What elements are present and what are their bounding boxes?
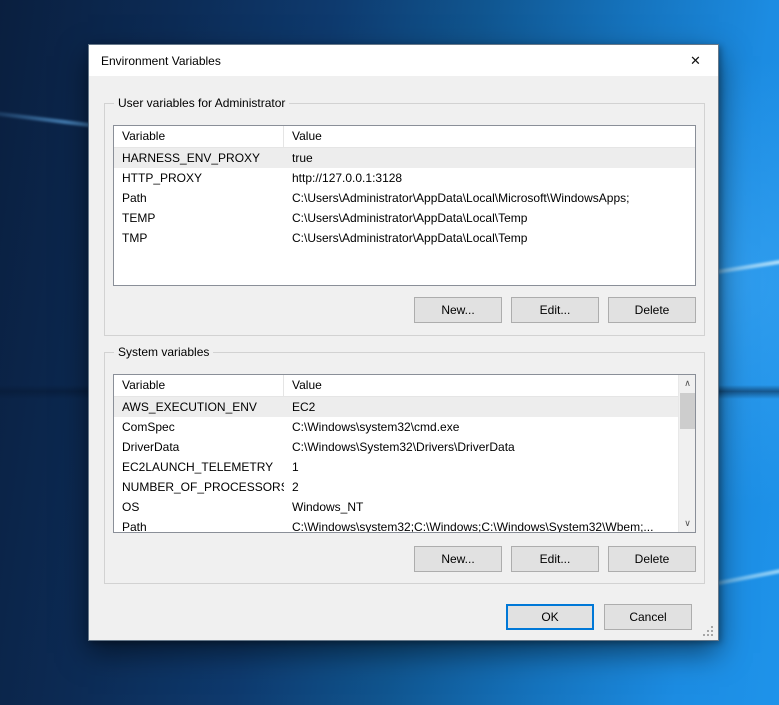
user-new-button[interactable]: New... bbox=[414, 297, 502, 323]
cell-value: C:\Windows\system32\cmd.exe bbox=[284, 417, 678, 437]
dialog-title: Environment Variables bbox=[89, 54, 221, 68]
cell-variable: TEMP bbox=[114, 208, 284, 228]
column-header-value[interactable]: Value bbox=[284, 126, 695, 147]
vertical-scrollbar[interactable]: ∧ ∨ bbox=[678, 375, 695, 532]
cell-value: C:\Windows\System32\Drivers\DriverData bbox=[284, 437, 678, 457]
column-header-variable[interactable]: Variable bbox=[114, 375, 284, 396]
scrollbar-thumb[interactable] bbox=[680, 393, 695, 429]
table-row[interactable]: DriverData C:\Windows\System32\Drivers\D… bbox=[114, 437, 678, 457]
cell-variable: HARNESS_ENV_PROXY bbox=[114, 148, 284, 168]
user-variables-list: Variable Value HARNESS_ENV_PROXY true HT… bbox=[113, 125, 696, 286]
system-edit-button[interactable]: Edit... bbox=[511, 546, 599, 572]
user-variables-group-label: User variables for Administrator bbox=[114, 96, 289, 110]
table-row[interactable]: Path C:\Windows\system32;C:\Windows;C:\W… bbox=[114, 517, 678, 533]
titlebar[interactable]: Environment Variables ✕ bbox=[89, 45, 718, 76]
cancel-button[interactable]: Cancel bbox=[604, 604, 692, 630]
list-header: Variable Value bbox=[114, 126, 695, 148]
cell-variable: HTTP_PROXY bbox=[114, 168, 284, 188]
user-delete-button[interactable]: Delete bbox=[608, 297, 696, 323]
column-header-value[interactable]: Value bbox=[284, 375, 678, 396]
cell-value: C:\Windows\system32;C:\Windows;C:\Window… bbox=[284, 517, 678, 533]
table-row[interactable]: AWS_EXECUTION_ENV EC2 bbox=[114, 397, 678, 417]
system-variables-list: Variable Value AWS_EXECUTION_ENV EC2 Com… bbox=[113, 374, 696, 533]
cell-value: true bbox=[284, 148, 695, 168]
table-row[interactable]: TEMP C:\Users\Administrator\AppData\Loca… bbox=[114, 208, 695, 228]
cell-variable: Path bbox=[114, 517, 284, 533]
cell-value: EC2 bbox=[284, 397, 678, 417]
scrollbar-up-icon[interactable]: ∧ bbox=[679, 375, 696, 392]
system-delete-button[interactable]: Delete bbox=[608, 546, 696, 572]
table-row[interactable]: NUMBER_OF_PROCESSORS 2 bbox=[114, 477, 678, 497]
table-row[interactable]: ComSpec C:\Windows\system32\cmd.exe bbox=[114, 417, 678, 437]
desktop-wallpaper: Environment Variables ✕ User variables f… bbox=[0, 0, 779, 705]
cell-variable: TMP bbox=[114, 228, 284, 248]
cell-value: C:\Users\Administrator\AppData\Local\Tem… bbox=[284, 228, 695, 248]
cell-value: http://127.0.0.1:3128 bbox=[284, 168, 695, 188]
system-new-button[interactable]: New... bbox=[414, 546, 502, 572]
cell-variable: EC2LAUNCH_TELEMETRY bbox=[114, 457, 284, 477]
table-row[interactable]: EC2LAUNCH_TELEMETRY 1 bbox=[114, 457, 678, 477]
user-edit-button[interactable]: Edit... bbox=[511, 297, 599, 323]
cell-variable: AWS_EXECUTION_ENV bbox=[114, 397, 284, 417]
table-row[interactable]: Path C:\Users\Administrator\AppData\Loca… bbox=[114, 188, 695, 208]
table-row[interactable]: TMP C:\Users\Administrator\AppData\Local… bbox=[114, 228, 695, 248]
environment-variables-dialog: Environment Variables ✕ User variables f… bbox=[88, 44, 719, 641]
cell-variable: ComSpec bbox=[114, 417, 284, 437]
ok-button[interactable]: OK bbox=[506, 604, 594, 630]
cell-value: 1 bbox=[284, 457, 678, 477]
cell-variable: Path bbox=[114, 188, 284, 208]
cell-variable: NUMBER_OF_PROCESSORS bbox=[114, 477, 284, 497]
table-row[interactable]: OS Windows_NT bbox=[114, 497, 678, 517]
close-button[interactable]: ✕ bbox=[673, 45, 718, 76]
cell-value: 2 bbox=[284, 477, 678, 497]
cell-value: C:\Users\Administrator\AppData\Local\Mic… bbox=[284, 188, 695, 208]
cell-value: Windows_NT bbox=[284, 497, 678, 517]
cell-value: C:\Users\Administrator\AppData\Local\Tem… bbox=[284, 208, 695, 228]
system-variables-group-label: System variables bbox=[114, 345, 213, 359]
cell-variable: DriverData bbox=[114, 437, 284, 457]
column-header-variable[interactable]: Variable bbox=[114, 126, 284, 147]
close-icon: ✕ bbox=[690, 53, 701, 69]
scrollbar-down-icon[interactable]: ∨ bbox=[679, 515, 696, 532]
user-variables-group: User variables for Administrator Variabl… bbox=[104, 103, 705, 336]
cell-variable: OS bbox=[114, 497, 284, 517]
system-variables-group: System variables Variable Value AWS_EXEC… bbox=[104, 352, 705, 584]
resize-grip-icon[interactable] bbox=[702, 625, 714, 637]
table-row[interactable]: HARNESS_ENV_PROXY true bbox=[114, 148, 695, 168]
table-row[interactable]: HTTP_PROXY http://127.0.0.1:3128 bbox=[114, 168, 695, 188]
list-header: Variable Value bbox=[114, 375, 678, 397]
